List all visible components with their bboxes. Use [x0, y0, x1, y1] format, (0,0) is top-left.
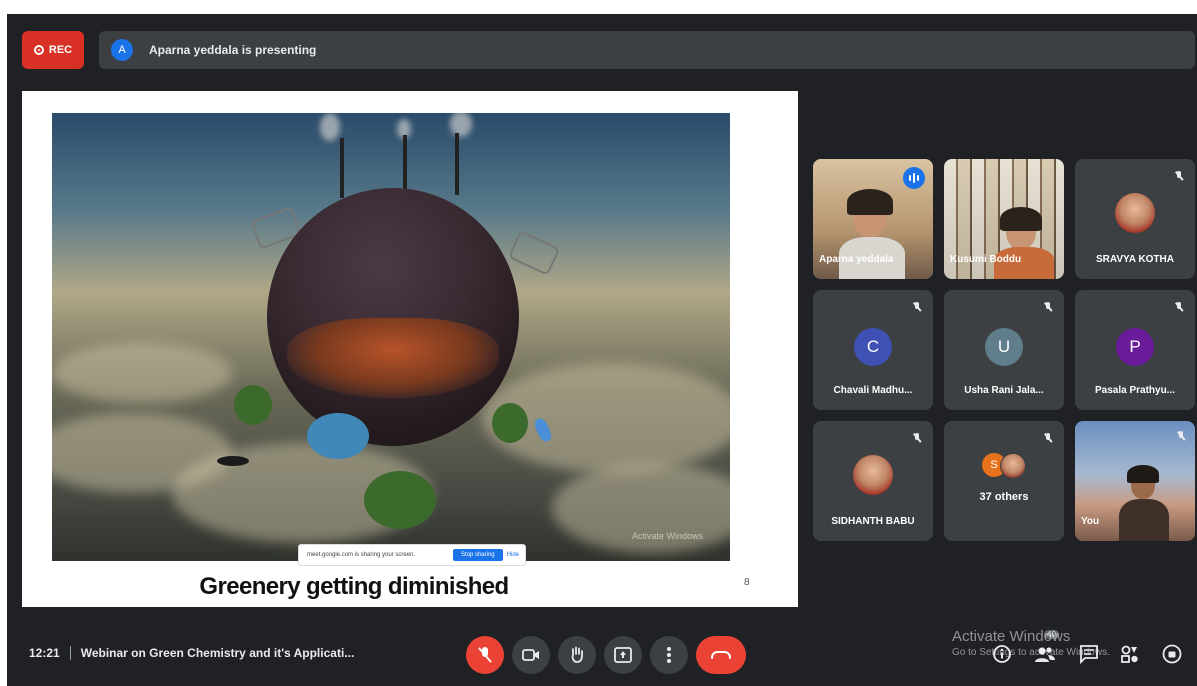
mic-off-icon	[1044, 302, 1052, 314]
camera-toggle-button[interactable]	[512, 636, 550, 674]
mic-off-icon	[1175, 171, 1183, 183]
meeting-details[interactable]: 12:21 Webinar on Green Chemistry and it'…	[29, 646, 354, 660]
meet-window: REC A Aparna yeddala is presenting Activ…	[7, 14, 1197, 686]
present-now-button[interactable]	[604, 636, 642, 674]
meeting-title: Webinar on Green Chemistry and it's Appl…	[80, 646, 355, 660]
participant-tile[interactable]: U Usha Rani Jala...	[944, 290, 1064, 410]
participant-avatar: P	[1116, 328, 1154, 366]
participant-tile[interactable]: Kusumi Boddu	[944, 159, 1064, 279]
participant-tile[interactable]: Aparna yeddala	[813, 159, 933, 279]
participant-tile[interactable]: SRAVYA KOTHA	[1075, 159, 1195, 279]
mic-toggle-button[interactable]	[466, 636, 504, 674]
presenting-text: Aparna yeddala is presenting	[149, 43, 317, 57]
presenter-avatar: A	[111, 39, 133, 61]
others-avatars: S	[982, 453, 1030, 479]
present-icon	[614, 647, 632, 663]
screen-share-notice: meet.google.com is sharing your screen. …	[298, 544, 526, 566]
speaking-indicator-icon	[903, 167, 925, 189]
participant-name: Aparna yeddala	[819, 254, 894, 265]
presenting-banner: A Aparna yeddala is presenting	[99, 31, 1195, 69]
end-call-icon	[711, 651, 731, 659]
participant-name: Chavali Madhu...	[833, 385, 913, 396]
record-icon	[33, 45, 44, 55]
raise-hand-button[interactable]	[558, 636, 596, 674]
stop-sharing-button[interactable]: Stop sharing	[452, 549, 503, 561]
slide-title: Greenery getting diminished	[199, 573, 509, 600]
mic-off-icon	[1175, 302, 1183, 314]
participant-name: SIDHANTH BABU	[831, 516, 915, 527]
participant-tile[interactable]: C Chavali Madhu...	[813, 290, 933, 410]
share-message: meet.google.com is sharing your screen.	[307, 552, 416, 558]
more-options-button[interactable]	[650, 636, 688, 674]
slide-page-number: 8	[744, 577, 750, 588]
participant-name: Pasala Prathyu...	[1094, 385, 1176, 396]
rec-label: REC	[48, 44, 73, 56]
meeting-time: 12:21	[29, 646, 60, 660]
mic-off-icon	[478, 647, 492, 663]
slide-image: Activate Windows	[52, 113, 730, 561]
camera-icon	[522, 649, 539, 661]
participant-avatar: C	[854, 328, 892, 366]
participant-name: Usha Rani Jala...	[964, 385, 1044, 396]
participant-name: Kusumi Boddu	[950, 254, 1022, 265]
participant-avatar: U	[985, 328, 1023, 366]
others-count: 37 others	[979, 491, 1029, 503]
self-tile[interactable]: You	[1075, 421, 1195, 541]
others-tile[interactable]: S 37 others	[944, 421, 1064, 541]
mic-off-icon	[913, 302, 921, 314]
more-options-icon	[667, 647, 671, 663]
participant-avatar	[1115, 193, 1155, 233]
divider	[69, 646, 71, 660]
end-call-button[interactable]	[696, 636, 746, 674]
participant-avatar	[853, 455, 893, 495]
participant-name: You	[1081, 516, 1100, 527]
slide-watermark: Activate Windows	[632, 531, 704, 541]
raise-hand-icon	[571, 646, 583, 663]
activate-windows-subtitle: Go to Settings to activate Windows.	[952, 647, 1110, 658]
mic-off-icon	[913, 433, 921, 445]
mic-off-icon	[1044, 433, 1052, 445]
presentation-screen: Activate Windows meet.google.com is shar…	[22, 91, 798, 607]
participant-tile[interactable]: SIDHANTH BABU	[813, 421, 933, 541]
participant-name: SRAVYA KOTHA	[1096, 254, 1174, 265]
recording-indicator[interactable]: REC	[22, 31, 84, 69]
activate-windows-title: Activate Windows	[952, 628, 1071, 645]
hide-button[interactable]: Hide	[507, 552, 525, 558]
activate-windows-overlay: Activate Windows Go to Settings to activ…	[952, 628, 1192, 658]
participant-tile[interactable]: P Pasala Prathyu...	[1075, 290, 1195, 410]
mic-off-icon	[1177, 431, 1185, 443]
